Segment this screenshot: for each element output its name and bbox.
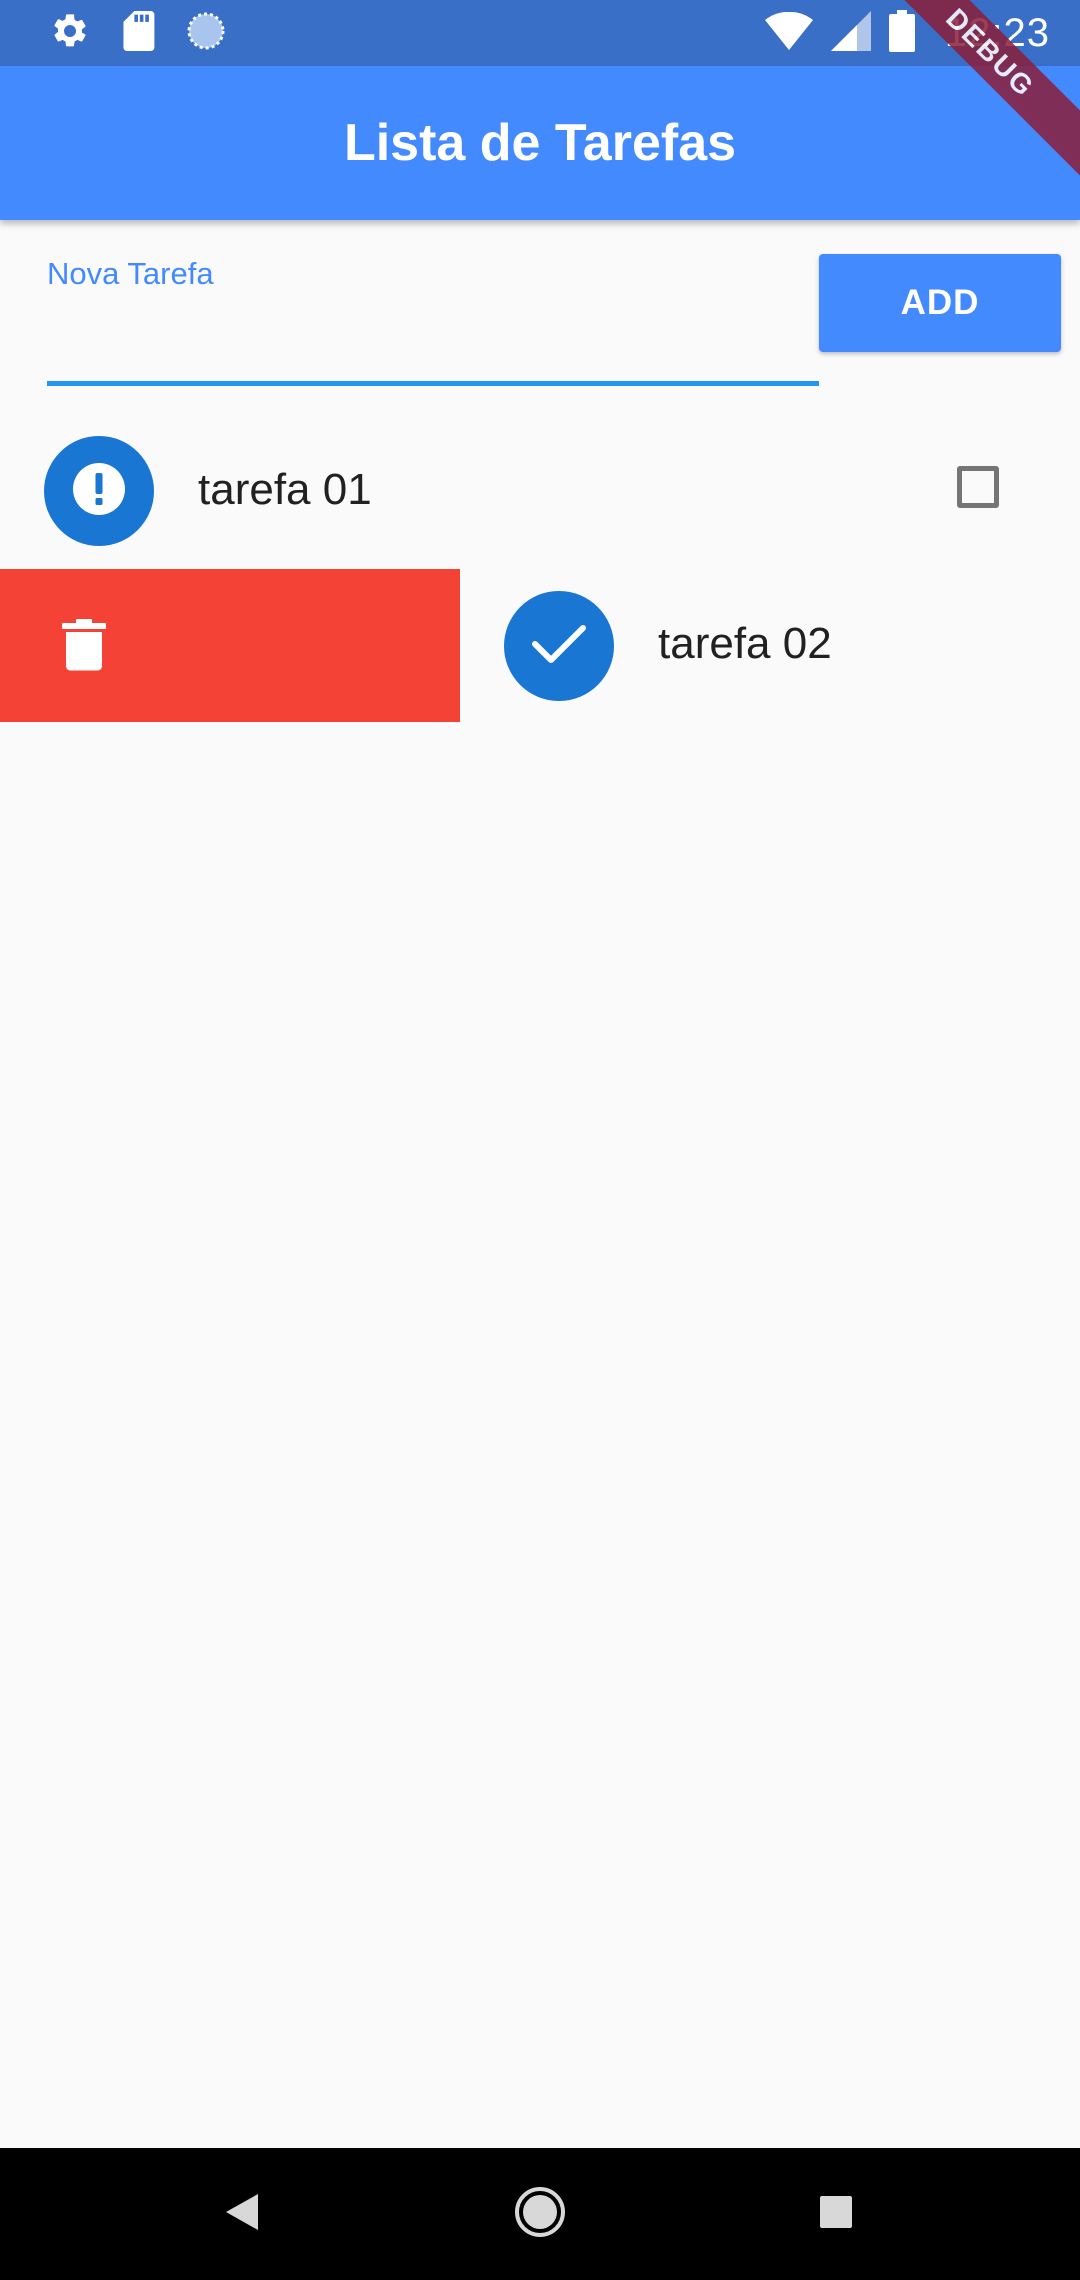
task-title: tarefa 01 [198, 465, 372, 514]
sync-icon [186, 11, 226, 56]
list-item[interactable]: tarefa 01 [0, 415, 1080, 568]
task-status-avatar [504, 591, 614, 701]
new-task-label: Nova Tarefa [47, 256, 214, 291]
new-task-input[interactable] [47, 320, 823, 382]
back-icon [222, 2190, 262, 2239]
input-underline [47, 381, 819, 386]
sd-card-icon [120, 10, 156, 56]
task-checkbox[interactable] [957, 466, 999, 508]
battery-icon [888, 9, 915, 57]
back-button[interactable] [214, 2186, 270, 2242]
list-item-dismissing[interactable]: tarefa 02 [0, 569, 1080, 722]
task-title: tarefa 02 [658, 619, 832, 668]
app-bar: Lista de Tarefas [0, 66, 1080, 220]
recents-button[interactable] [808, 2186, 864, 2242]
page-title: Lista de Tarefas [343, 114, 737, 172]
check-icon [531, 622, 587, 671]
trash-icon [62, 619, 106, 676]
home-button[interactable] [512, 2186, 568, 2242]
signal-icon [830, 10, 871, 56]
recents-icon [816, 2192, 856, 2237]
status-left-icons [50, 10, 226, 56]
home-icon [513, 2185, 567, 2244]
add-button[interactable]: ADD [819, 254, 1061, 352]
gear-icon [50, 11, 90, 56]
system-nav-bar [0, 2148, 1080, 2280]
exclamation-icon [71, 461, 127, 522]
wifi-icon [764, 11, 813, 55]
new-task-field[interactable]: Nova Tarefa [47, 250, 823, 386]
task-status-avatar [44, 436, 154, 546]
delete-background [0, 569, 460, 722]
